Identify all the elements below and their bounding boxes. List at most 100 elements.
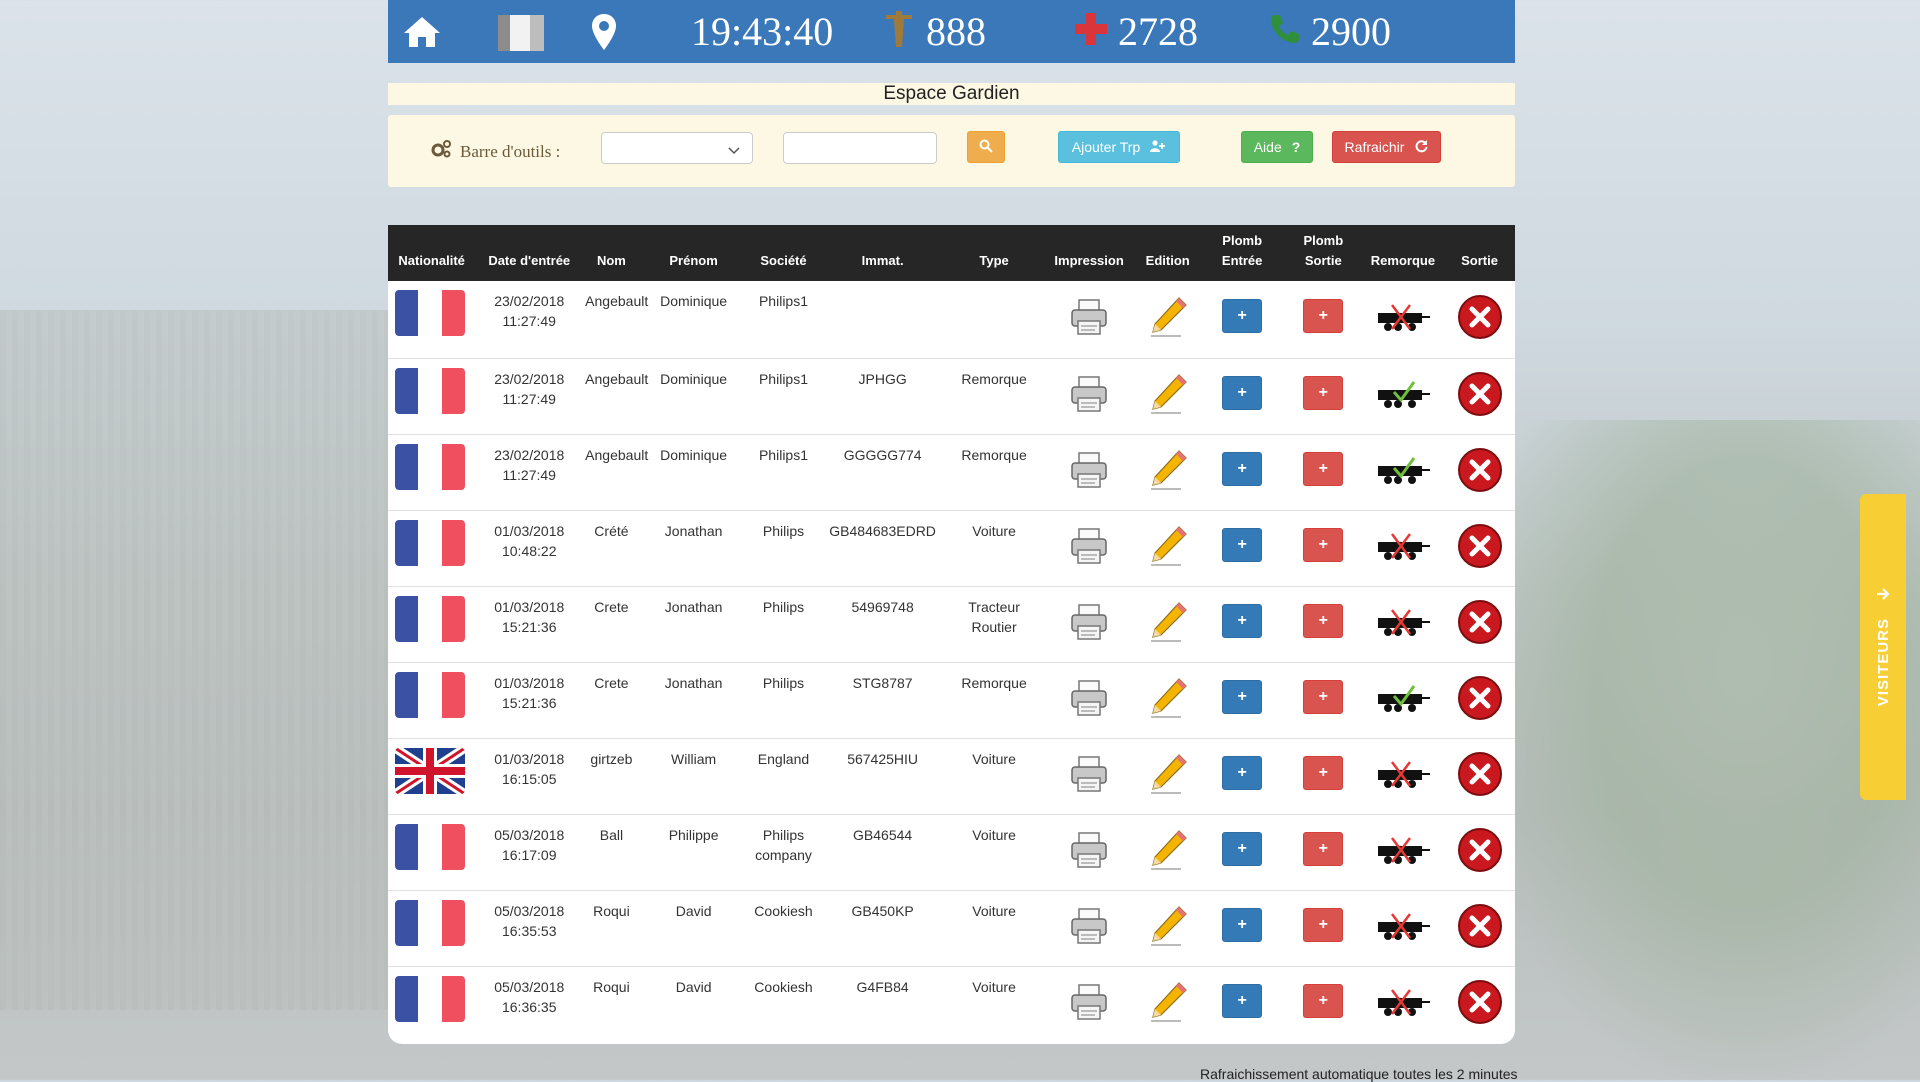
type-cell: Tracteur Routier: [968, 598, 1020, 635]
close-icon[interactable]: [1457, 447, 1503, 496]
refresh-button[interactable]: Rafraichir: [1332, 131, 1441, 163]
plomb-entree-button[interactable]: +: [1222, 452, 1263, 486]
plomb-sortie-button[interactable]: +: [1303, 452, 1344, 486]
building-icon[interactable]: [496, 0, 546, 63]
printer-icon[interactable]: [1069, 299, 1109, 339]
printer-icon[interactable]: [1069, 679, 1109, 720]
plomb-entree-button[interactable]: +: [1222, 984, 1263, 1019]
edit-cell: [1136, 510, 1200, 586]
close-icon[interactable]: [1457, 979, 1503, 1028]
home-icon[interactable]: [402, 0, 442, 63]
plomb-sortie-button[interactable]: +: [1303, 832, 1344, 866]
sortie-cell: [1444, 890, 1515, 966]
pencil-icon[interactable]: [1147, 449, 1189, 495]
trailer-none-icon[interactable]: [1374, 760, 1432, 795]
close-icon[interactable]: [1457, 903, 1503, 952]
plomb-entree-button[interactable]: +: [1222, 604, 1263, 638]
toolbar-label-text: Barre d'outils :: [460, 141, 561, 161]
plomb-sortie-button[interactable]: +: [1303, 680, 1344, 714]
print-cell: [1042, 358, 1135, 434]
remorque-cell: [1362, 358, 1444, 434]
printer-icon[interactable]: [1069, 527, 1109, 568]
trailer-none-icon[interactable]: [1374, 989, 1432, 1023]
pencil-icon[interactable]: [1147, 296, 1189, 342]
add-button-label: Ajouter Trp: [1071, 139, 1141, 155]
plomb-entree-button[interactable]: +: [1222, 680, 1263, 714]
sortie-cell: [1444, 281, 1515, 358]
table-row: 01/03/2018 15:21:36 Crete Jonathan Philips 54…: [388, 586, 1515, 662]
nationality-cell: [388, 281, 475, 358]
type-cell: Remorque: [961, 446, 1027, 463]
nom-cell: Angebault: [585, 446, 649, 463]
trailer-ok-icon[interactable]: [1374, 380, 1432, 415]
close-icon[interactable]: [1457, 294, 1503, 343]
printer-icon[interactable]: [1069, 907, 1109, 948]
nationality-cell: [388, 890, 475, 966]
pencil-icon[interactable]: [1147, 373, 1189, 419]
trailer-ok-icon[interactable]: [1374, 684, 1432, 719]
trailer-none-icon[interactable]: [1374, 532, 1432, 567]
immat-cell: GB450KP: [851, 902, 914, 919]
map-marker-icon[interactable]: [591, 0, 617, 63]
help-button[interactable]: Aide ?: [1241, 131, 1313, 163]
visitors-tab[interactable]: VISITEURS: [1860, 494, 1906, 800]
table-row: 01/03/2018 15:21:36 Crete Jonathan Philips ST…: [388, 662, 1515, 738]
close-icon[interactable]: [1457, 751, 1503, 800]
trailer-none-icon[interactable]: [1374, 912, 1432, 947]
trailer-ok-icon[interactable]: [1374, 456, 1432, 491]
printer-icon[interactable]: [1069, 984, 1109, 1024]
nationality-cell: [388, 434, 475, 510]
printer-icon[interactable]: [1069, 451, 1109, 492]
pencil-icon[interactable]: [1147, 829, 1189, 875]
arrow-right-icon: [1876, 587, 1890, 606]
pencil-icon[interactable]: [1147, 905, 1189, 951]
nom-cell: Crété: [594, 522, 629, 539]
type-cell: Voiture: [972, 978, 1016, 995]
search-button[interactable]: [967, 131, 1005, 163]
type-cell: Voiture: [972, 826, 1016, 843]
close-icon[interactable]: [1457, 827, 1503, 876]
plomb-sortie-button[interactable]: +: [1303, 528, 1344, 562]
plomb-entree-button[interactable]: +: [1222, 832, 1263, 866]
pencil-icon[interactable]: [1147, 525, 1189, 571]
entry-time: 16:15:05: [501, 770, 557, 787]
plomb-sortie-button[interactable]: +: [1303, 604, 1344, 638]
plomb-entree-button[interactable]: +: [1222, 908, 1263, 942]
france-flag-icon: [395, 975, 465, 1022]
top-bar: 19:43:40 888 2728 2900: [388, 0, 1515, 63]
plomb-entree-button[interactable]: +: [1222, 756, 1263, 790]
close-icon[interactable]: [1457, 599, 1503, 648]
close-icon[interactable]: [1457, 523, 1503, 572]
plomb-sortie-button[interactable]: +: [1303, 299, 1344, 334]
pencil-icon[interactable]: [1147, 981, 1189, 1027]
trailer-none-icon[interactable]: [1374, 608, 1432, 643]
printer-icon[interactable]: [1069, 755, 1109, 796]
plomb-sortie-button[interactable]: +: [1303, 756, 1344, 790]
close-icon[interactable]: [1457, 675, 1503, 724]
trailer-none-icon[interactable]: [1374, 304, 1432, 338]
entry-date: 05/03/2018: [494, 902, 565, 919]
printer-icon[interactable]: [1069, 375, 1109, 416]
plomb-sortie-button[interactable]: +: [1303, 908, 1344, 942]
plomb-sortie-button[interactable]: +: [1303, 984, 1344, 1019]
plomb-entree-button[interactable]: +: [1222, 299, 1263, 334]
pencil-icon[interactable]: [1147, 677, 1189, 723]
pencil-icon[interactable]: [1147, 753, 1189, 799]
clock: 19:43:40: [691, 0, 833, 63]
printer-icon[interactable]: [1069, 831, 1109, 872]
add-transporter-button[interactable]: Ajouter Trp: [1058, 131, 1180, 163]
search-input[interactable]: [783, 132, 937, 164]
column-header: Nom: [596, 253, 626, 268]
printer-icon[interactable]: [1069, 603, 1109, 644]
entry-time: 11:27:49: [502, 466, 556, 483]
pencil-icon[interactable]: [1147, 601, 1189, 647]
plomb-sortie-button[interactable]: +: [1303, 376, 1344, 410]
trailer-none-icon[interactable]: [1374, 836, 1432, 871]
sortie-cell: [1444, 662, 1515, 738]
nom-cell: Angebault: [585, 293, 649, 309]
filter-select[interactable]: [601, 132, 753, 164]
immat-cell: [819, 281, 945, 358]
close-icon[interactable]: [1457, 371, 1503, 420]
plomb-entree-button[interactable]: +: [1222, 528, 1263, 562]
plomb-entree-button[interactable]: +: [1222, 376, 1263, 410]
